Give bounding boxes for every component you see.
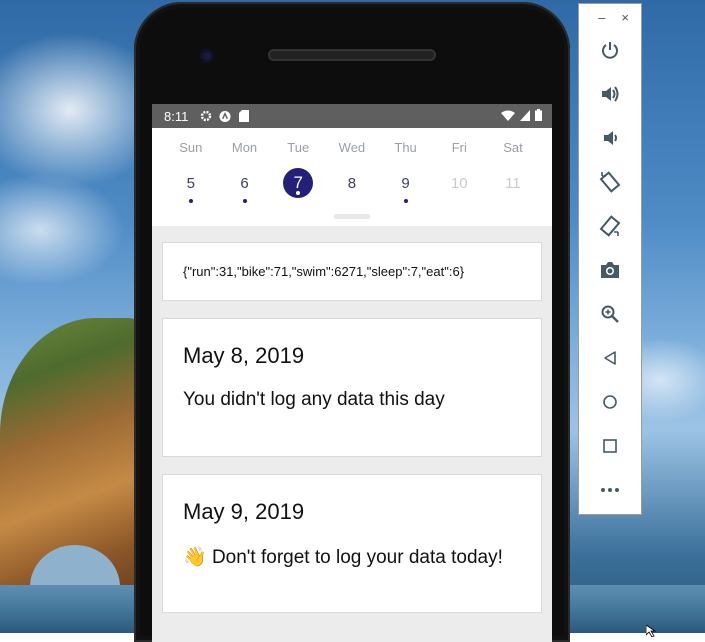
waving-hand-icon: 👋 [183, 547, 207, 568]
sd-card-icon [238, 110, 250, 122]
json-data-text: {"run":31,"bike":71,"swim":6271,"sleep":… [183, 264, 465, 279]
day-name: Tue [287, 140, 310, 155]
week-calendar-strip: Sun 5 Mon 6 Tue 7 Wed 8 Thu 9 Fri 10 Sat… [152, 128, 552, 226]
has-data-dot [188, 199, 193, 203]
rotate-right-icon[interactable] [596, 212, 624, 240]
zoom-icon[interactable] [596, 300, 624, 328]
window-controls: – × [579, 4, 641, 30]
day-name: Wed [338, 140, 366, 155]
day-name: Mon [231, 140, 258, 155]
day-card-message: 👋 Don't forget to log your data today! [183, 545, 521, 569]
day-name: Sat [503, 140, 523, 155]
rotate-left-icon[interactable] [596, 168, 624, 196]
day-mon[interactable]: Mon 6 [218, 128, 272, 203]
day-number[interactable]: 6 [230, 168, 260, 198]
more-icon[interactable] [596, 476, 624, 504]
day-card-title: May 9, 2019 [183, 499, 305, 524]
day-fri: Fri 10 [432, 128, 486, 203]
day-sun[interactable]: Sun 5 [164, 128, 218, 203]
day-number[interactable]: 8 [337, 168, 367, 198]
day-card-may-8[interactable]: May 8, 2019 You didn't log any data this… [162, 318, 542, 457]
json-data-card: {"run":31,"bike":71,"swim":6271,"sleep":… [162, 242, 542, 301]
signal-icon [520, 109, 530, 124]
volume-down-icon[interactable] [596, 124, 624, 152]
power-icon[interactable] [596, 36, 624, 64]
day-number[interactable]: 5 [176, 168, 206, 198]
emulator-phone-frame: 8:11 Sun 5 Mon 6 Tue 7 Wed 8 Thu 9 Fri 1… [134, 2, 570, 642]
day-name: Fri [451, 140, 467, 155]
day-card-may-9[interactable]: May 9, 2019 👋 Don't forget to log your d… [162, 474, 542, 613]
day-number-disabled: 10 [450, 174, 468, 192]
emulator-side-toolbar: – × [578, 3, 642, 515]
day-card-title: May 8, 2019 [183, 343, 305, 368]
front-camera [200, 49, 214, 63]
close-button[interactable]: × [621, 10, 629, 25]
day-number[interactable]: 9 [391, 168, 421, 198]
back-icon[interactable] [596, 344, 624, 372]
gear-icon [200, 110, 212, 122]
day-wed[interactable]: Wed 8 [325, 128, 379, 203]
has-data-dot [403, 199, 408, 203]
screenshot-icon[interactable] [596, 256, 624, 284]
status-time: 8:11 [164, 108, 189, 124]
minimize-button[interactable]: – [598, 10, 605, 25]
day-number-disabled: 11 [505, 174, 521, 192]
status-bar: 8:11 [152, 104, 552, 128]
day-name: Sun [179, 140, 203, 155]
drag-handle[interactable] [334, 214, 370, 219]
mouse-cursor-icon [645, 624, 657, 638]
day-tue-selected[interactable]: Tue 7 [271, 128, 325, 203]
volume-up-icon[interactable] [596, 80, 624, 108]
has-data-dot [242, 199, 247, 203]
day-name: Thu [394, 140, 417, 155]
battery-icon [535, 108, 542, 124]
day-thu[interactable]: Thu 9 [379, 128, 433, 203]
day-card-message: You didn't log any data this day [183, 389, 445, 410]
phone-screen: 8:11 Sun 5 Mon 6 Tue 7 Wed 8 Thu 9 Fri 1… [152, 104, 552, 642]
earpiece-speaker [268, 49, 436, 61]
android-icon [219, 110, 231, 122]
wifi-icon [501, 109, 515, 124]
home-icon[interactable] [596, 388, 624, 416]
reminder-text: Don't forget to log your data today! [211, 547, 503, 568]
overview-icon[interactable] [596, 432, 624, 460]
day-sat: Sat 11 [486, 128, 540, 203]
